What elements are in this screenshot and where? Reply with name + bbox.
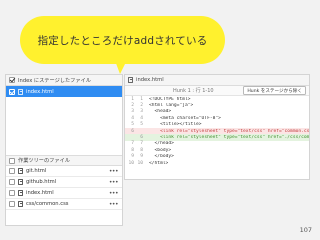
old-line-number: 8 xyxy=(131,147,134,153)
diff-filename: index.html xyxy=(136,77,164,83)
new-line-number: 9 xyxy=(140,154,143,160)
working-file-checkbox[interactable] xyxy=(9,190,15,196)
working-all-checkbox[interactable] xyxy=(9,157,15,164)
old-line-number: 5 xyxy=(131,122,134,128)
working-file-name: css/common.css xyxy=(26,201,69,207)
code-text: <html lang="ja"> xyxy=(149,103,194,109)
diff-line: 6 <link rel="stylesheet" type="text/css"… xyxy=(125,127,309,135)
staged-files-title: Index にステージしたファイル xyxy=(18,77,91,84)
code-text: <link rel="stylesheet" type="text/css" h… xyxy=(160,135,309,141)
old-line-number: 10 xyxy=(128,160,134,166)
page-number: 107 xyxy=(299,226,312,234)
staged-files-header: Index にステージしたファイル xyxy=(6,75,122,86)
callout-bubble: 指定したところだけaddされている xyxy=(20,16,225,64)
working-file-name: index.html xyxy=(26,190,54,196)
code-text: <meta charset="UTF-8"> xyxy=(149,115,221,121)
diff-panel: index.html Hunk 1 : 行 1-10 Hunk をステージから除… xyxy=(124,74,310,180)
working-file-row[interactable]: index.html ••• xyxy=(6,188,122,199)
working-tree-title: 作業ツリーのファイル xyxy=(18,158,70,164)
file-icon xyxy=(18,168,23,174)
staged-all-checkbox[interactable] xyxy=(9,77,15,83)
working-file-checkbox[interactable] xyxy=(9,168,15,174)
old-line-number: 4 xyxy=(131,115,134,121)
code-text: <title></title> xyxy=(149,122,202,128)
diff-code: 1 1 <!DOCTYPE html> 2 2 <html lang="ja"> 3 3 <h… xyxy=(125,96,309,166)
working-tree-section: 作業ツリーのファイル git.html ••• github.html ••• … xyxy=(6,155,122,210)
callout-text: 指定したところだけaddされている xyxy=(37,34,208,47)
file-icon xyxy=(18,201,23,207)
old-line-number: 6 xyxy=(131,128,134,134)
new-line-number: 4 xyxy=(140,115,143,121)
file-icon xyxy=(128,77,133,83)
working-file-row[interactable]: github.html ••• xyxy=(6,177,122,188)
code-text: <body> xyxy=(149,147,172,153)
working-file-checkbox[interactable] xyxy=(9,201,15,207)
more-icon[interactable]: ••• xyxy=(109,168,119,175)
file-icon xyxy=(18,179,23,185)
callout-tail xyxy=(114,58,128,74)
diff-line: 10 10 </html> xyxy=(125,160,309,166)
code-text: <link rel="stylesheet" type="text/css" h… xyxy=(149,128,309,134)
old-line-number: 7 xyxy=(131,141,134,147)
staged-file-name: index.html xyxy=(26,88,54,95)
old-line-number: 9 xyxy=(131,154,134,160)
new-line-number: 10 xyxy=(137,160,143,166)
file-panel: Index にステージしたファイル index.html 作業ツリーのファイル … xyxy=(5,74,123,226)
code-text: <!DOCTYPE html> xyxy=(149,96,191,102)
new-line-number: 2 xyxy=(140,103,143,109)
new-line-number: 3 xyxy=(140,109,143,115)
diff-line: 6 <link rel="stylesheet" type="text/css"… xyxy=(125,134,309,141)
old-line-number: 2 xyxy=(131,103,134,109)
diff-header: index.html xyxy=(125,75,309,86)
new-line-number: 8 xyxy=(140,147,143,153)
code-text: </head> xyxy=(149,141,174,147)
file-icon xyxy=(18,88,23,95)
slide: 指定したところだけaddされている Index にステージしたファイル inde… xyxy=(0,0,320,240)
staged-file-checkbox[interactable] xyxy=(9,88,15,95)
old-line-number: 1 xyxy=(131,96,134,102)
working-file-row[interactable]: css/common.css ••• xyxy=(6,199,122,210)
more-icon[interactable]: ••• xyxy=(109,179,119,186)
code-text: <head> xyxy=(149,109,172,115)
working-file-checkbox[interactable] xyxy=(9,179,15,185)
more-icon[interactable]: ••• xyxy=(109,201,119,208)
hunk-label: Hunk 1 : 行 1-10 xyxy=(173,88,214,94)
working-file-name: git.html xyxy=(26,168,47,174)
code-text: </html> xyxy=(149,160,169,166)
new-line-number: 5 xyxy=(140,122,143,128)
working-file-row[interactable]: git.html ••• xyxy=(6,166,122,177)
code-text: </body> xyxy=(149,154,174,160)
unstage-hunk-button[interactable]: Hunk をステージから除く xyxy=(243,86,306,95)
file-icon xyxy=(18,190,23,196)
more-icon[interactable]: ••• xyxy=(109,190,119,197)
old-line-number: 3 xyxy=(131,109,134,115)
new-line-number: 6 xyxy=(140,135,143,141)
working-tree-header: 作業ツリーのファイル xyxy=(6,155,122,166)
new-line-number: 1 xyxy=(140,96,143,102)
hunk-bar: Hunk 1 : 行 1-10 Hunk をステージから除く xyxy=(125,86,309,96)
new-line-number: 7 xyxy=(140,141,143,147)
staged-file-row[interactable]: index.html xyxy=(6,86,122,97)
working-file-name: github.html xyxy=(26,179,57,185)
